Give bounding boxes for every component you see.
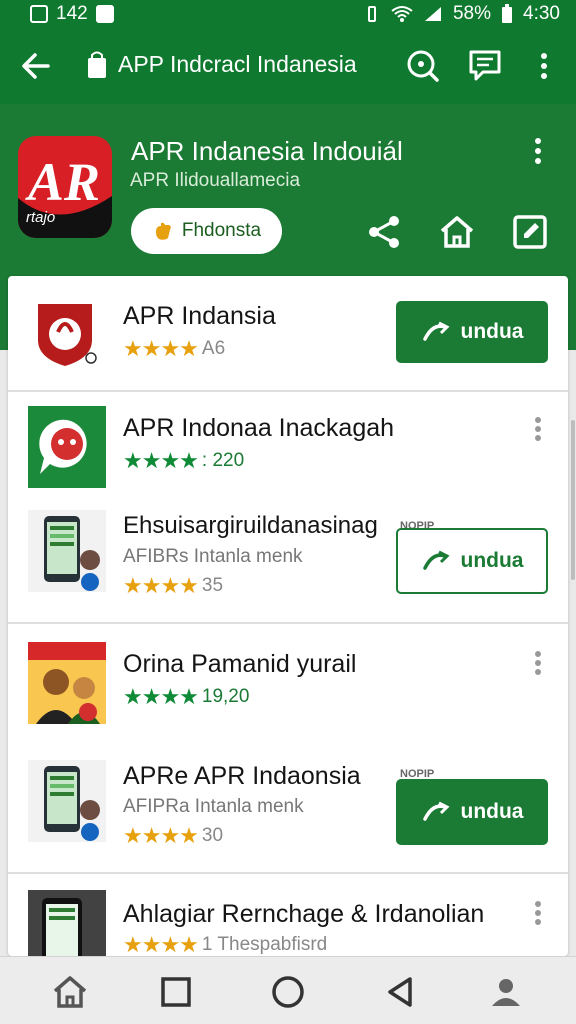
svg-text:rtajo: rtajo xyxy=(26,209,55,226)
rating-stars: ★★★★ xyxy=(123,932,199,956)
divider xyxy=(8,622,568,624)
home-circle-icon[interactable] xyxy=(268,972,308,1012)
item-title: APR Indansia xyxy=(123,302,276,330)
status-bar: 142 58% 4:30 xyxy=(0,0,576,28)
item-rating: ★★★★ : 220 xyxy=(123,448,244,474)
item-title: Ehsuisargiruildanasinag xyxy=(123,512,378,539)
home-nav-icon[interactable] xyxy=(50,972,90,1012)
item-icon-chat xyxy=(28,406,106,488)
item-rating: ★★★★ 30 xyxy=(123,823,223,849)
back-arrow-icon[interactable] xyxy=(18,48,54,84)
system-nav-bar xyxy=(0,956,576,1024)
item-more-icon[interactable] xyxy=(528,898,548,928)
rating-stars: ★★★★ xyxy=(123,448,199,473)
item-icon-shield xyxy=(38,304,97,366)
share-icon[interactable] xyxy=(364,212,404,252)
item-more-icon[interactable] xyxy=(528,414,548,444)
item-more-icon[interactable] xyxy=(528,648,548,678)
install-button[interactable]: undua xyxy=(396,301,548,363)
divider xyxy=(8,872,568,874)
rating-stars: ★★★★ xyxy=(123,684,199,709)
divider xyxy=(8,390,568,392)
vibrate-icon xyxy=(367,6,376,22)
notification-icon-2 xyxy=(95,5,114,23)
hero-more-icon[interactable] xyxy=(518,134,558,170)
app-bar-title: APP Indcracl Indanesia xyxy=(118,51,357,77)
app-logo-graphic: AR rtajo xyxy=(18,152,112,238)
app-subtitle: APR Ilidouallamecia xyxy=(130,170,301,191)
profile-icon[interactable] xyxy=(486,972,526,1012)
item-rating: ★★★★ 1 Thespabfisrd xyxy=(123,932,327,956)
scrollbar[interactable] xyxy=(571,420,575,580)
recent-apps-icon[interactable] xyxy=(156,972,196,1012)
rating-count: 1 Thespabfisrd xyxy=(201,934,328,955)
battery-icon xyxy=(502,4,513,23)
rating-stars: ★★★★ xyxy=(123,573,199,598)
notification-icon xyxy=(30,5,48,23)
rating-count: A6 xyxy=(201,338,226,359)
item-rating: ★★★★ 19,20 xyxy=(123,684,249,710)
download-icon xyxy=(422,550,450,570)
hand-icon xyxy=(155,222,171,240)
rating-count: 19,20 xyxy=(201,686,250,707)
edit-icon[interactable] xyxy=(510,212,550,252)
item-rating: ★★★★ A6 xyxy=(123,336,225,362)
item-rating: ★★★★ 35 xyxy=(123,573,223,599)
app-bar: APP Indcracl Indanesia xyxy=(0,28,576,104)
install-button-label: undua xyxy=(460,320,524,343)
item-icon-phone-dark xyxy=(28,890,106,956)
item-title: Orina Pamanid yurail xyxy=(123,650,357,678)
install-button-label: undua xyxy=(460,549,524,572)
app-list: APR Indansia ★★★★ A6 undua APR Indonaa I… xyxy=(8,276,568,956)
home-icon[interactable] xyxy=(437,212,477,252)
install-button[interactable]: undua xyxy=(396,779,548,845)
app-title: APR Indanesia Indouiál xyxy=(131,136,403,166)
item-title: APR Indonaa Inackagah xyxy=(123,414,395,442)
download-icon xyxy=(422,321,450,341)
category-chip[interactable]: Fhdonsta xyxy=(131,208,282,254)
status-left-text: 142 xyxy=(56,3,88,24)
battery-percent: 58% xyxy=(452,3,492,24)
more-vert-icon[interactable] xyxy=(526,48,562,84)
item-icon-phone xyxy=(28,510,106,592)
clock: 4:30 xyxy=(523,3,560,24)
item-subtitle: AFIBRs Intanla menk xyxy=(123,546,303,567)
item-icon-phone xyxy=(28,760,106,842)
category-chip-label: Fhdonsta xyxy=(181,220,262,241)
shopping-bag-icon xyxy=(88,51,106,78)
install-button[interactable]: undua xyxy=(396,528,548,594)
wifi-icon xyxy=(391,6,413,22)
rating-count: : 220 xyxy=(201,450,245,471)
item-icon-people xyxy=(28,642,106,724)
svg-text:AR: AR xyxy=(25,152,100,212)
rating-count: 35 xyxy=(201,575,224,596)
rating-count: 30 xyxy=(201,825,224,846)
signal-icon xyxy=(424,7,441,21)
chat-icon[interactable] xyxy=(467,48,503,84)
item-subtitle: AFIPRa Intanla menk xyxy=(123,796,304,817)
download-icon xyxy=(422,801,450,821)
item-title: Ahlagiar Rernchage & Irdanolian xyxy=(123,900,485,928)
search-icon[interactable] xyxy=(404,48,440,84)
install-button-label: undua xyxy=(460,800,524,823)
app-logo[interactable]: AR rtajo xyxy=(18,136,112,238)
rating-stars: ★★★★ xyxy=(123,823,199,848)
back-triangle-icon[interactable] xyxy=(380,972,420,1012)
item-title: APRe APR Indaonsia xyxy=(123,762,361,790)
rating-stars: ★★★★ xyxy=(123,336,199,361)
